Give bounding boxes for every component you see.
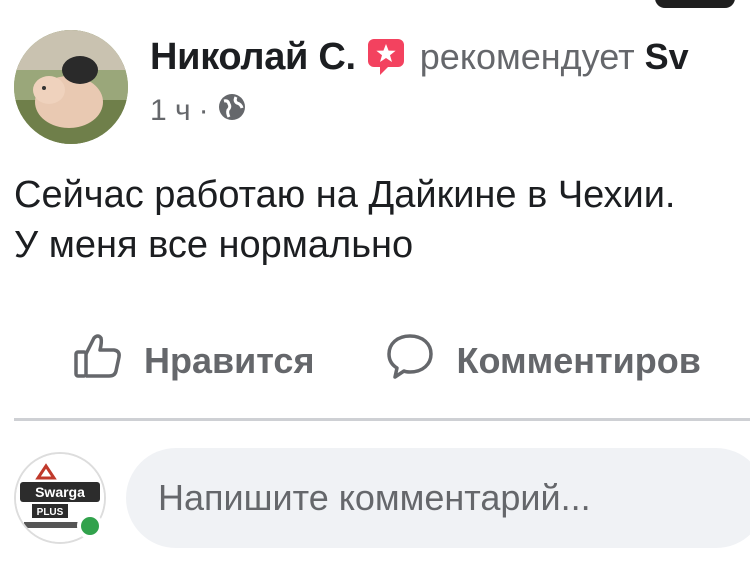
post-header: Николай С. рекомендует Sv <box>150 33 689 81</box>
post-text-line-2: У меня все нормально <box>14 224 414 266</box>
author-avatar-image <box>14 30 128 144</box>
post-timestamp[interactable]: 1 ч <box>150 94 191 128</box>
like-button[interactable]: Нравится <box>72 330 314 391</box>
online-status-indicator <box>77 513 103 539</box>
post-actions: Нравится Комментиров <box>72 330 701 391</box>
comment-bubble-icon <box>384 330 436 391</box>
thumbs-up-icon <box>72 330 124 391</box>
comment-button[interactable]: Комментиров <box>384 330 701 391</box>
comment-composer[interactable] <box>126 448 750 548</box>
logo-text-plus: PLUS <box>37 507 64 518</box>
post-text-line-1: Сейчас работаю на Дайкине в Чехии. <box>14 174 676 216</box>
actions-divider <box>14 418 750 421</box>
top-edge-shape <box>655 0 735 8</box>
post-meta: 1 ч · <box>150 92 247 130</box>
like-label: Нравится <box>144 339 315 381</box>
recommend-star-icon <box>366 37 406 77</box>
meta-separator: · <box>198 94 209 127</box>
comment-label: Комментиров <box>456 339 701 381</box>
author-avatar[interactable] <box>14 30 128 144</box>
comment-input[interactable] <box>158 477 750 519</box>
recommends-label: рекомендует <box>419 36 635 77</box>
logo-text-swarga: Swarga <box>35 484 85 500</box>
post-body: Сейчас работаю на Дайкине в Чехии. У мен… <box>14 170 675 270</box>
recommended-page-link[interactable]: Sv <box>645 36 689 78</box>
author-name[interactable]: Николай С. <box>150 36 356 79</box>
globe-icon <box>217 92 247 130</box>
